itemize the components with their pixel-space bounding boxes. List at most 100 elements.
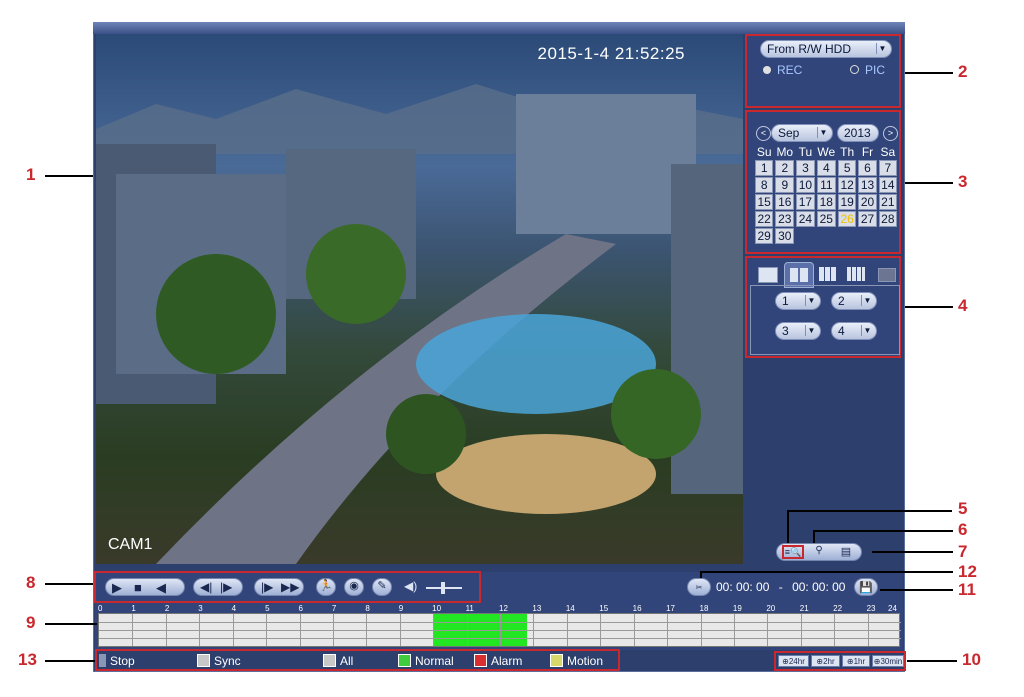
calendar-day[interactable]: 29 (755, 228, 774, 244)
legend-stop[interactable]: Stop (99, 654, 135, 668)
calendar-day[interactable]: 21 (878, 194, 897, 210)
timeline-grid[interactable] (98, 613, 901, 647)
next-month-button[interactable]: > (883, 126, 898, 141)
callout-7: 7 (958, 542, 968, 561)
clip-end-time[interactable]: 00: 00: 00 (792, 580, 845, 594)
calendar-day[interactable]: 3 (796, 160, 815, 176)
calendar-day[interactable]: 27 (858, 211, 877, 227)
calendar-day[interactable]: 12 (838, 177, 857, 193)
next-frame-icon[interactable]: |▶ (220, 580, 232, 594)
channel-select-1[interactable]: 1 ▼ (775, 292, 821, 310)
legend-all[interactable]: All (323, 654, 353, 668)
clip-time-separator: - (778, 580, 783, 594)
channel-select-4[interactable]: 4 ▼ (831, 322, 877, 340)
legend-alarm[interactable]: Alarm (474, 654, 522, 668)
zoom-1hr-button[interactable]: ⊕1hr (842, 655, 870, 667)
list-icon[interactable]: ▤ (837, 545, 855, 559)
split-1-icon[interactable] (758, 267, 778, 283)
rec-radio[interactable]: REC (763, 63, 802, 77)
calendar-day[interactable]: 2 (775, 160, 795, 176)
legend-motion[interactable]: Motion (550, 654, 603, 668)
channel-select-2[interactable]: 2 ▼ (831, 292, 877, 310)
split-panel: 1 ▼ 2 ▼ 3 ▼ 4 ▼ (745, 256, 901, 358)
calendar-day[interactable]: 14 (878, 177, 897, 193)
calendar-day[interactable]: 19 (838, 194, 857, 210)
clip-icon[interactable]: ✂ (687, 578, 711, 596)
calendar-grid: Su Mo Tu We Th Fr Sa 1 2 3 4 5 6 7 8 9 10 11 12 13 14 15 16 17 1… (753, 144, 899, 245)
mark-icon[interactable]: ✎ (372, 578, 392, 596)
calendar-day[interactable]: 24 (796, 211, 815, 227)
calendar-day[interactable]: 4 (816, 160, 837, 176)
callout-5: 5 (958, 499, 968, 518)
zoom-24hr-button[interactable]: ⊕24hr (778, 655, 809, 667)
weekday-header: Th (840, 145, 855, 159)
legend-normal-label: Normal (415, 654, 454, 668)
file-list-search-icon[interactable]: ≡🔍 (782, 545, 804, 559)
camera-icon[interactable] (878, 268, 896, 282)
calendar-day[interactable]: 15 (755, 194, 774, 210)
callout-line-11 (880, 589, 953, 591)
pic-radio[interactable]: PIC (850, 63, 885, 77)
calendar-day[interactable]: 17 (796, 194, 815, 210)
callout-line-9 (45, 623, 97, 625)
zoom-30min-button[interactable]: ⊕30min (872, 655, 904, 667)
calendar-day[interactable]: 18 (816, 194, 837, 210)
backup-save-icon[interactable]: 💾 (854, 578, 878, 596)
split-16-icon[interactable] (847, 267, 865, 281)
reverse-play-icon[interactable]: ◀ (156, 580, 166, 596)
calendar-day[interactable]: 11 (816, 177, 837, 193)
year-field[interactable]: 2013 (837, 124, 879, 142)
clip-start-time[interactable]: 00: 00: 00 (716, 580, 769, 594)
calendar-day[interactable]: 20 (858, 194, 877, 210)
legend-alarm-label: Alarm (491, 654, 523, 668)
play-icon[interactable]: ▶ (112, 580, 122, 596)
calendar-day[interactable]: 16 (775, 194, 795, 210)
calendar-day[interactable]: 1 (755, 160, 774, 176)
channel-3-value: 3 (782, 324, 789, 338)
legend-normal[interactable]: Normal (398, 654, 454, 668)
prev-frame-icon[interactable]: ◀| (200, 580, 212, 594)
callout-line-6 (813, 530, 953, 532)
calendar-day[interactable]: 23 (775, 211, 795, 227)
callout-line-10 (907, 660, 957, 662)
calendar-day[interactable]: 5 (838, 160, 857, 176)
calendar-day[interactable]: 22 (755, 211, 774, 227)
zoom-30min-label: 30min (880, 657, 903, 666)
legend-sync[interactable]: Sync (197, 654, 241, 668)
timeline-hour-label: 23 (866, 604, 876, 613)
slow-play-icon[interactable]: |▶ (261, 580, 273, 594)
source-select[interactable]: From R/W HDD ▼ (760, 40, 892, 58)
smart-search-icon[interactable]: ⚲ (810, 545, 828, 559)
stop-icon[interactable]: ■ (134, 580, 142, 595)
channel-select-3[interactable]: 3 ▼ (775, 322, 821, 340)
prev-month-button[interactable]: < (756, 126, 771, 141)
zoom-1hr-label: 1hr (853, 657, 866, 666)
timeline-channel-row-divider (99, 630, 901, 631)
callout-9: 9 (26, 613, 36, 632)
callout-line-5 (787, 510, 952, 512)
calendar-empty-cell (796, 228, 814, 244)
zoom-2hr-button[interactable]: ⊕2hr (811, 655, 840, 667)
source-panel: From R/W HDD ▼ REC PIC (745, 34, 901, 108)
snapshot-icon[interactable]: ◉ (344, 578, 364, 596)
calendar-day[interactable]: 9 (775, 177, 795, 193)
radio-empty-icon (850, 65, 859, 74)
smart-search-person-icon[interactable]: 🏃 (316, 578, 336, 596)
calendar-day[interactable]: 30 (775, 228, 795, 244)
volume-slider-handle[interactable] (441, 582, 445, 594)
speed-group: |▶ ▶▶ (254, 578, 304, 596)
calendar-day[interactable]: 7 (878, 160, 897, 176)
calendar-day[interactable]: 25 (816, 211, 837, 227)
video-view[interactable]: 2015-1-4 21:52:25 CAM1 (96, 34, 743, 564)
calendar-day[interactable]: 10 (796, 177, 815, 193)
calendar-day[interactable]: 26 (838, 211, 857, 227)
timeline-hour-label: 20 (766, 604, 776, 613)
month-select[interactable]: Sep ▼ (771, 124, 833, 142)
calendar-day[interactable]: 6 (858, 160, 877, 176)
fast-forward-icon[interactable]: ▶▶ (281, 580, 299, 594)
calendar-day[interactable]: 13 (858, 177, 877, 193)
calendar-day[interactable]: 8 (755, 177, 774, 193)
callout-line-3 (905, 182, 953, 184)
calendar-day[interactable]: 28 (878, 211, 897, 227)
split-9-icon[interactable] (819, 267, 837, 281)
